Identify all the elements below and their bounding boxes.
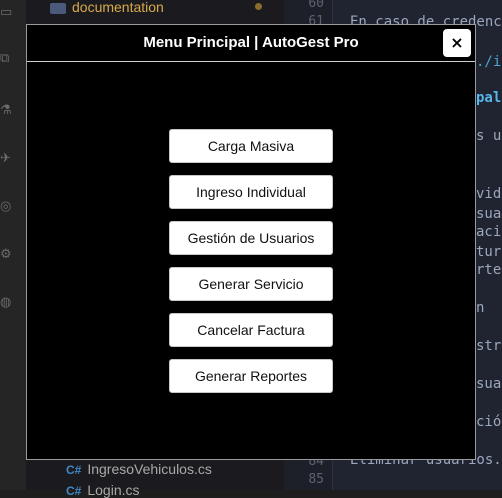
globe-icon[interactable]: ◍ [0, 296, 14, 310]
csharp-icon: C# [66, 463, 82, 477]
code-line: suar [476, 206, 502, 222]
explorer-icon[interactable]: ▭ [0, 6, 14, 20]
code-line: rtes [476, 262, 502, 278]
activity-bar: ▭ ⧉ ⚗ ✈ ◎ ⚙ ◍ [0, 0, 26, 490]
code-line: ./i [476, 54, 502, 70]
code-line: s us [476, 128, 502, 144]
dialog-title: Menu Principal | AutoGest Pro [143, 34, 359, 51]
code-line: tura [476, 244, 502, 260]
carga-masiva-button[interactable]: Carga Masiva [169, 129, 333, 163]
settings-icon[interactable]: ⚙ [0, 248, 14, 262]
code-line: n [476, 300, 485, 316]
generar-reportes-button[interactable]: Generar Reportes [169, 359, 333, 393]
folder-icon [50, 2, 66, 14]
code-line: stra [476, 338, 502, 354]
close-button[interactable]: × [443, 29, 471, 57]
code-line: suar [476, 376, 502, 392]
file-label: Login.cs [87, 482, 140, 498]
extensions-icon[interactable]: ⧉ [0, 52, 14, 66]
line-number: 85 [308, 472, 324, 487]
testing-icon[interactable]: ⚗ [0, 104, 14, 118]
cancelar-factura-button[interactable]: Cancelar Factura [169, 313, 333, 347]
dialog-titlebar[interactable]: Menu Principal | AutoGest Pro × [27, 25, 475, 62]
remote-icon[interactable]: ◎ [0, 200, 14, 214]
folder-label: documentation [72, 0, 164, 15]
close-icon: × [450, 33, 464, 52]
ingreso-individual-button[interactable]: Ingreso Individual [169, 175, 333, 209]
code-line: pal [476, 90, 502, 106]
code-line: acio [476, 224, 502, 240]
csharp-icon: C# [66, 484, 82, 498]
code-line: ción [476, 414, 502, 430]
modified-dot-icon [255, 3, 262, 10]
file-label: IngresoVehiculos.cs [87, 461, 212, 477]
explorer-file-ingresovehiculos[interactable]: C# IngresoVehiculos.cs [66, 461, 212, 477]
menu-button-list: Carga Masiva Ingreso Individual Gestión … [169, 129, 333, 405]
line-number: 60 [308, 0, 324, 11]
main-menu-dialog: Menu Principal | AutoGest Pro × Carga Ma… [26, 24, 476, 460]
generar-servicio-button[interactable]: Generar Servicio [169, 267, 333, 301]
gestion-usuarios-button[interactable]: Gestión de Usuarios [169, 221, 333, 255]
debug-icon[interactable]: ✈ [0, 152, 14, 166]
explorer-file-login[interactable]: C# Login.cs [66, 482, 140, 498]
code-line: vidu [476, 186, 502, 202]
explorer-folder-documentation[interactable]: documentation [50, 0, 164, 15]
